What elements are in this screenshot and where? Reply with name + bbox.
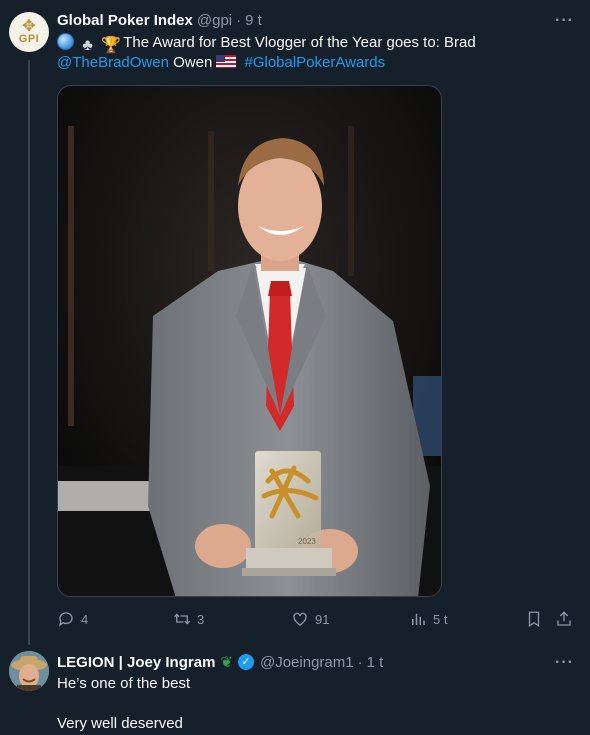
hashtag-link[interactable]: #GlobalPokerAwards [244, 54, 385, 71]
reply-author-name[interactable]: LEGION | Joey Ingram [57, 654, 215, 671]
trophy-year: 2023 [298, 537, 316, 546]
reply-button[interactable]: 4 [57, 608, 88, 630]
legion-emblem-icon: ❦ [220, 654, 233, 671]
author-name[interactable]: Global Poker Index [57, 12, 193, 29]
cowboy-avatar-icon [9, 651, 49, 691]
us-flag-icon [216, 55, 237, 68]
retweet-icon [174, 613, 190, 625]
bookmark-button[interactable] [525, 608, 543, 630]
reply-header: LEGION | Joey Ingram ❦ ✓ @Joeingram1 · 1… [57, 652, 383, 672]
separator-dot: · [236, 11, 242, 29]
reply-separator-dot: · [357, 653, 363, 671]
mention-link[interactable]: @TheBradOwen [57, 54, 169, 71]
retweet-count: 3 [197, 611, 205, 627]
share-icon [557, 611, 571, 626]
reply-author-handle[interactable]: @Joeingram1 [260, 654, 354, 671]
reply-icon [58, 612, 73, 627]
tweet-header: Global Poker Index @gpi · 9 t [57, 10, 262, 30]
avatar-label: GPI [18, 32, 40, 45]
retweet-button[interactable]: 3 [173, 608, 204, 630]
bookmark-icon [528, 611, 540, 628]
globe-icon [57, 33, 74, 50]
tweet-text-after-mention: Owen [173, 54, 213, 71]
reply-count: 4 [81, 611, 89, 627]
reply-timestamp[interactable]: 1 t [367, 654, 384, 671]
thread-connector-line [28, 60, 30, 645]
views-button[interactable]: 5 t [409, 608, 447, 630]
reply-text-line2: Very well deserved [57, 715, 183, 732]
tweet-actions-bar: 4 3 91 5 t [57, 608, 577, 630]
timestamp[interactable]: 9 t [245, 12, 262, 29]
author-handle[interactable]: @gpi [197, 12, 232, 29]
tweet-text: ♣ 🏆 The Award for Best Vlogger of the Ye… [57, 33, 577, 73]
club-icon: ♣ [82, 37, 93, 54]
trophy-icon: 🏆 [101, 37, 122, 54]
reply-text-line1: He’s one of the best [57, 675, 191, 692]
views-count: 5 t [433, 611, 448, 627]
tweet-text-main: The Award for Best Vlogger of the Year g… [123, 34, 476, 51]
analytics-icon [412, 613, 425, 625]
gpi-logo-icon: ✥ [22, 17, 36, 35]
tweet-photo[interactable]: 2023 [57, 85, 442, 597]
more-options-icon[interactable]: ··· [555, 12, 574, 30]
like-button[interactable]: 91 [291, 608, 329, 630]
heart-icon [293, 612, 307, 626]
author-avatar[interactable]: ✥ GPI [9, 12, 49, 52]
award-photo-illustration: 2023 [58, 86, 441, 596]
verified-badge-icon: ✓ [237, 654, 254, 670]
share-button[interactable] [555, 608, 573, 630]
reply-more-options-icon[interactable]: ··· [555, 654, 574, 672]
reply-author-avatar[interactable] [9, 651, 49, 691]
like-count: 91 [315, 611, 330, 627]
